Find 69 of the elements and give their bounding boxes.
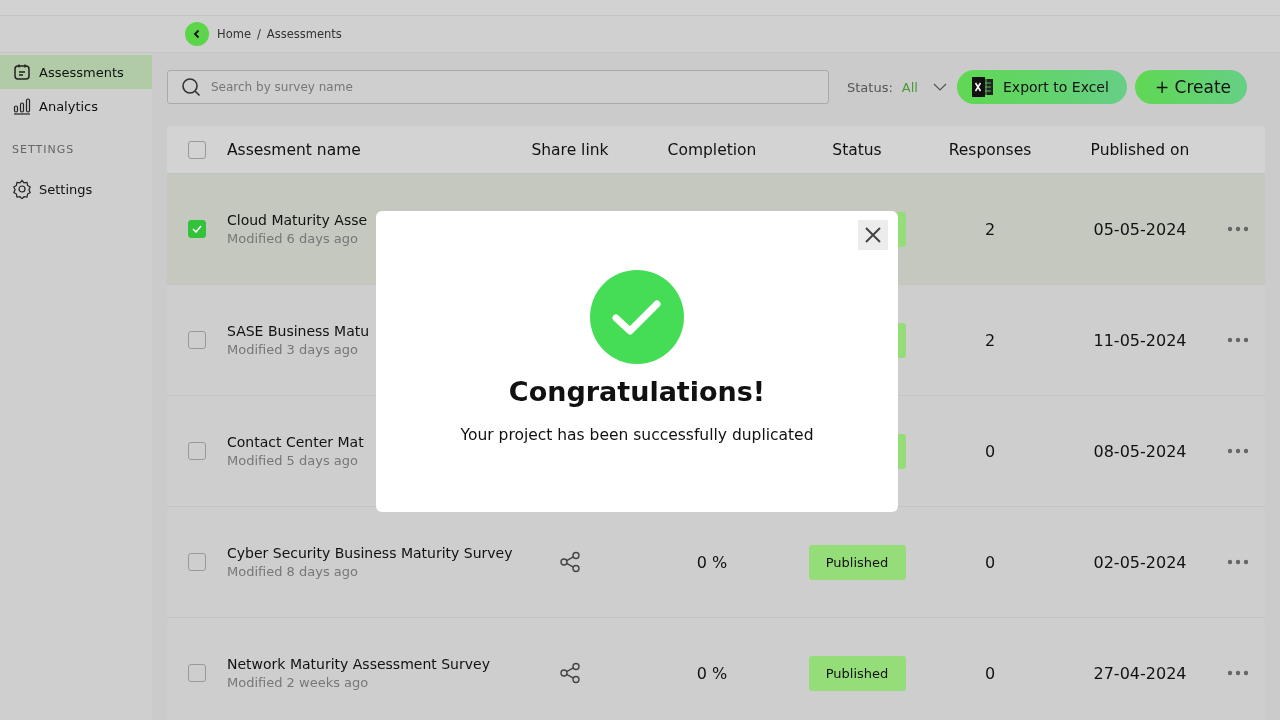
back-button[interactable]	[185, 22, 209, 46]
published-date: 05-05-2024	[1093, 219, 1187, 239]
row-checkbox[interactable]	[188, 331, 206, 349]
breadcrumb-link[interactable]: Assessments	[266, 27, 342, 41]
share-icon[interactable]	[559, 662, 581, 684]
modified-date: Modified 6 days ago	[227, 231, 358, 246]
published-date: 08-05-2024	[1093, 441, 1187, 461]
column-header: Completion	[666, 140, 758, 159]
breadcrumb-separator: /	[256, 27, 261, 41]
sidebar-item[interactable]: Assessments	[0, 55, 152, 89]
column-header: Share link	[530, 140, 610, 159]
published-date: 27-04-2024	[1093, 663, 1187, 683]
assessment-name[interactable]: Contact Center Mat	[227, 434, 364, 450]
column-header: Published on	[1089, 140, 1191, 159]
search-field[interactable]: Search by survey name	[167, 70, 829, 104]
row-checkbox[interactable]	[188, 664, 206, 682]
row-checkbox[interactable]	[188, 220, 206, 238]
row-checkbox[interactable]	[188, 442, 206, 460]
calendar-icon	[13, 63, 31, 81]
responses-count: 2	[984, 219, 996, 239]
status-badge: Published	[808, 544, 906, 580]
sidebar-item[interactable]: Settings	[0, 172, 152, 206]
settings-icon	[12, 179, 32, 199]
more-icon[interactable]	[1226, 226, 1249, 232]
status-filter[interactable]: Status: All	[847, 79, 957, 95]
modified-date: Modified 5 days ago	[227, 453, 358, 468]
modified-date: Modified 2 weeks ago	[227, 675, 369, 690]
column-header: Responses	[947, 140, 1033, 159]
close-icon	[865, 227, 881, 243]
checkmark-icon	[192, 225, 202, 233]
column-header: Assesment name	[227, 140, 362, 159]
dialog-title: Congratulations!	[508, 376, 766, 407]
table-row[interactable]: Network Maturity Assessment Survey Modified 2 weeks ago 0 % Published 0 27-04-2024	[167, 618, 1265, 720]
assessment-name[interactable]: SASE Business Matu	[227, 323, 370, 339]
export-button[interactable]: Export to Excel	[957, 70, 1127, 104]
completion-value: 0 %	[696, 663, 728, 683]
completion-value: 0 %	[696, 552, 728, 572]
bar-chart-icon	[13, 97, 31, 115]
dialog-message: Your project has been successfully duplicated	[460, 426, 814, 444]
section-label: SETTINGS	[11, 142, 76, 158]
spreadsheet-icon	[971, 75, 995, 99]
published-date: 11-05-2024	[1093, 330, 1187, 350]
more-icon[interactable]	[1226, 670, 1249, 676]
success-check-icon	[590, 270, 684, 364]
responses-count: 0	[984, 441, 996, 461]
close-button[interactable]	[858, 220, 888, 250]
more-icon[interactable]	[1226, 337, 1249, 343]
create-button[interactable]: + Create	[1134, 70, 1247, 104]
status-badge: Published	[808, 655, 906, 691]
responses-count: 0	[984, 552, 996, 572]
assessment-name[interactable]: Cloud Maturity Asse	[227, 212, 368, 228]
select-all-checkbox[interactable]	[188, 140, 206, 159]
column-header: Status	[831, 140, 883, 159]
published-date: 02-05-2024	[1093, 552, 1187, 572]
more-icon[interactable]	[1226, 448, 1249, 454]
search-icon	[181, 77, 201, 97]
responses-count: 2	[984, 330, 996, 350]
sidebar-item[interactable]: Analytics	[0, 89, 152, 123]
assessment-name[interactable]: Network Maturity Assessment Survey	[227, 656, 490, 672]
modified-date: Modified 3 days ago	[227, 342, 358, 357]
share-icon[interactable]	[559, 551, 581, 573]
chevron-down-icon	[932, 83, 947, 91]
row-checkbox[interactable]	[188, 553, 206, 571]
responses-count: 0	[984, 663, 996, 683]
modified-date: Modified 8 days ago	[227, 564, 358, 579]
chevron-left-icon	[192, 29, 202, 39]
breadcrumb-link[interactable]: Home	[217, 27, 251, 41]
more-icon[interactable]	[1226, 559, 1249, 565]
assessment-name[interactable]: Cyber Security Business Maturity Survey	[227, 545, 513, 561]
